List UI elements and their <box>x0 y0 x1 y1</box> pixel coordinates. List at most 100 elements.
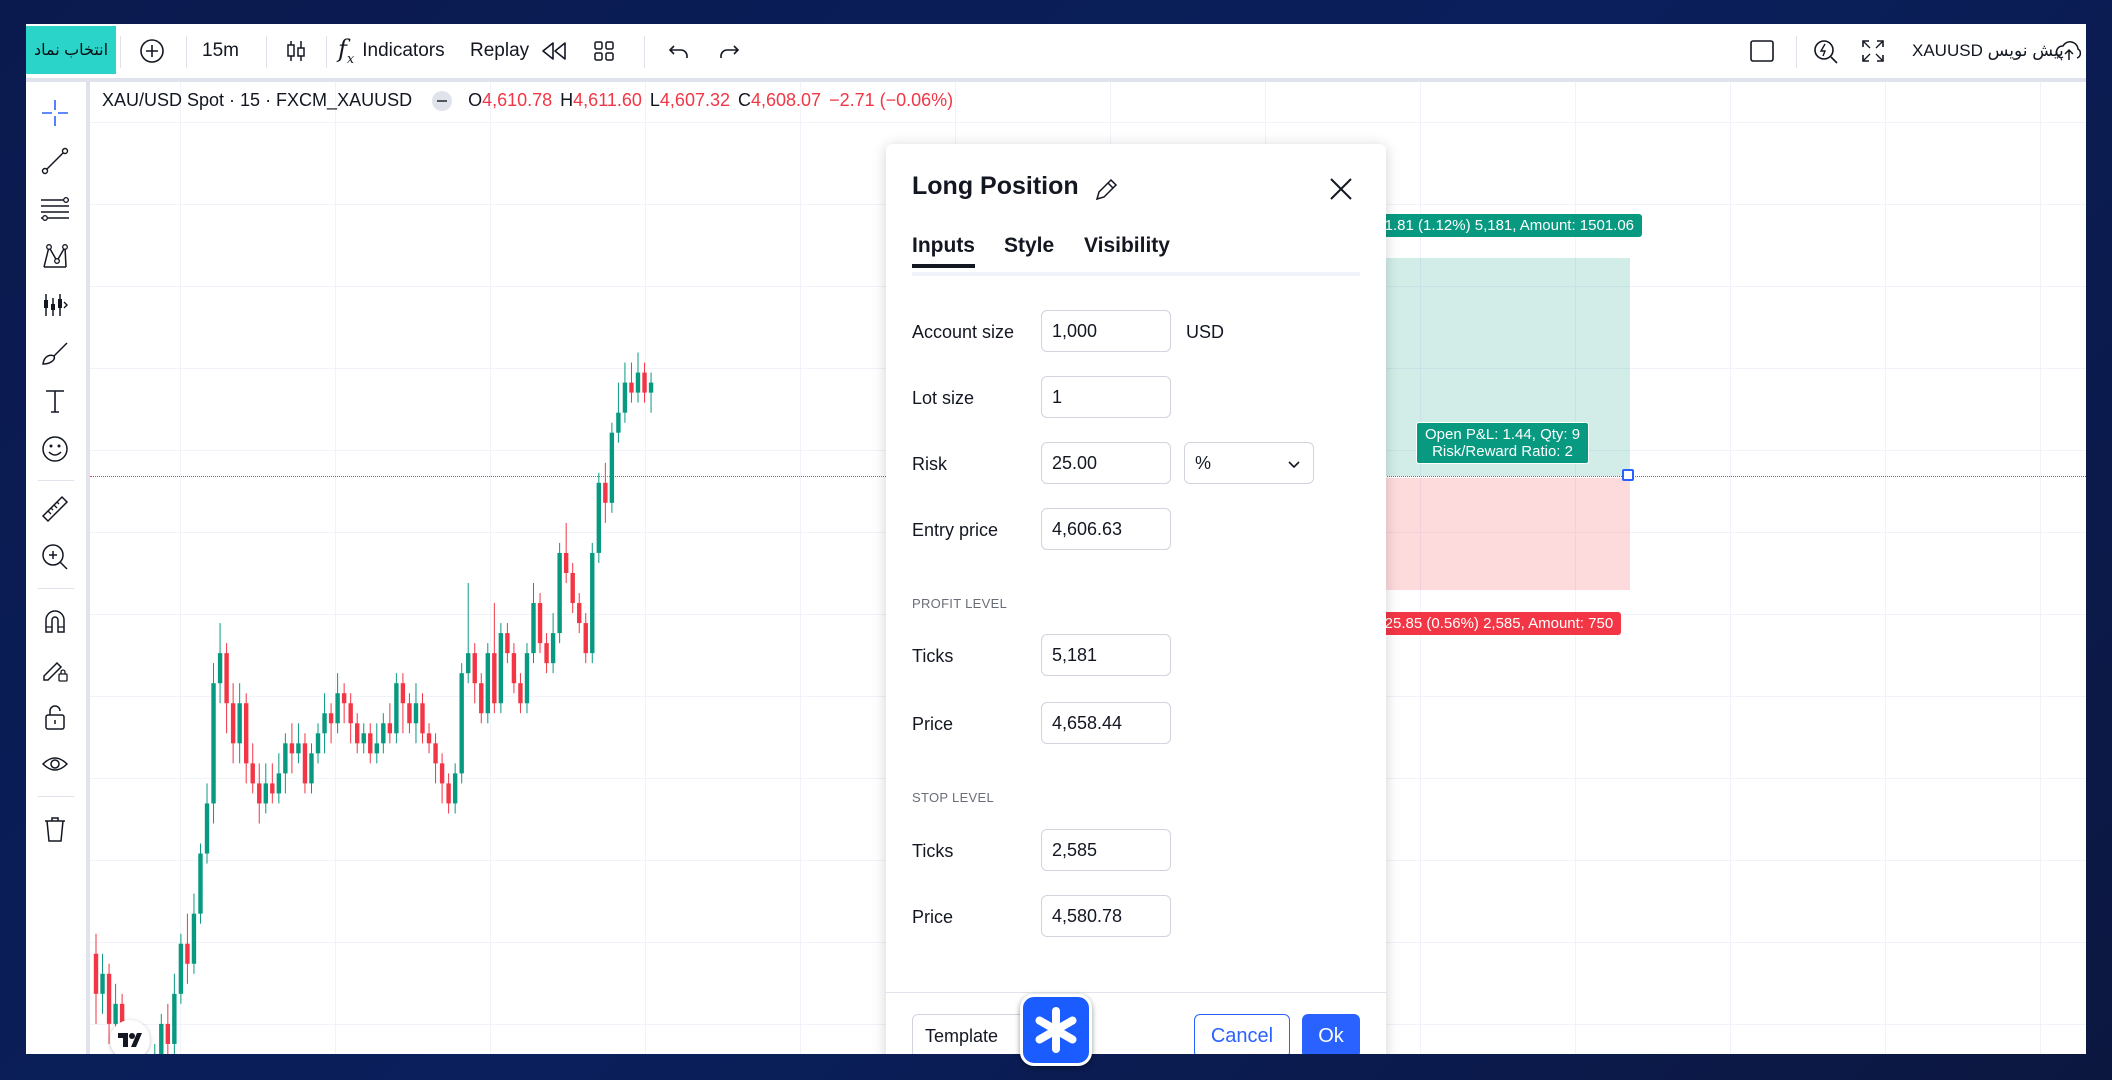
rewind-icon <box>542 42 566 60</box>
pencil-lock-icon <box>43 661 68 682</box>
position-resize-handle[interactable] <box>1622 469 1634 481</box>
candle-body <box>374 743 379 754</box>
open-label: O <box>468 90 483 110</box>
account-size-input[interactable]: 1,000 <box>1041 310 1171 352</box>
candle-body <box>635 372 641 393</box>
horizontal-lines-icon <box>41 197 69 221</box>
draft-title: XAUUSD پیش نویس <box>1912 41 2064 60</box>
tab-inputs[interactable]: Inputs <box>912 234 975 268</box>
hide-drawings-tool[interactable] <box>38 748 72 782</box>
expand-icon <box>1862 40 1884 62</box>
text-tool[interactable] <box>38 384 72 418</box>
asterisk-icon <box>1035 1007 1077 1053</box>
replay-button[interactable]: Replay <box>470 24 571 78</box>
stop-price-label: Price <box>912 907 954 927</box>
measure-tool[interactable] <box>38 492 72 526</box>
chart-type-button[interactable] <box>282 24 310 78</box>
candle-body <box>603 482 608 503</box>
candle-body <box>217 653 223 684</box>
zoom-tool[interactable] <box>38 540 72 574</box>
tradingview-logo[interactable] <box>110 1020 150 1054</box>
remove-drawings-tool[interactable] <box>38 812 72 846</box>
fib-tool[interactable] <box>38 192 72 226</box>
interval-button[interactable]: 15m <box>202 24 239 78</box>
candle-body <box>648 382 654 393</box>
lot-size-input[interactable]: 1 <box>1041 376 1171 418</box>
risk-unit-value: % <box>1195 452 1212 473</box>
candle-body <box>446 783 451 804</box>
indicators-button[interactable]: fx Indicators <box>338 24 445 78</box>
redo-button[interactable] <box>716 24 742 78</box>
fullscreen-toggle-button[interactable] <box>1748 24 1776 78</box>
emoji-tool[interactable] <box>38 432 72 466</box>
close-dialog-button[interactable] <box>1326 174 1356 209</box>
brush-tool[interactable] <box>38 336 72 370</box>
candle-body <box>289 743 295 754</box>
candle-body <box>172 993 177 1044</box>
tab-visibility[interactable]: Visibility <box>1084 234 1170 258</box>
symbol-search-button[interactable]: انتخاب نماد <box>26 26 116 74</box>
add-symbol-button[interactable] <box>138 24 166 78</box>
ok-button[interactable]: Ok <box>1302 1014 1360 1054</box>
pencil-icon <box>1095 178 1118 201</box>
layout-button[interactable] <box>590 24 618 78</box>
template-label: Template <box>925 1025 999 1046</box>
high-label: H <box>560 90 574 110</box>
risk-unit-select[interactable]: % <box>1184 442 1314 484</box>
open-pnl-label: Open P&L: 1.44, Qty: 9 Risk/Reward Ratio… <box>1416 422 1590 464</box>
candle-body <box>407 703 412 724</box>
crosshair-tool[interactable] <box>38 96 72 130</box>
tab-style[interactable]: Style <box>1004 234 1054 258</box>
drawing-toolbar <box>26 82 90 1054</box>
stop-price-input[interactable]: 4,580.78 <box>1041 895 1171 937</box>
stop-zone[interactable] <box>1360 478 1630 590</box>
candle-body <box>492 653 497 704</box>
open-value: 4,610.78 <box>482 90 553 110</box>
pattern-icon <box>43 244 68 268</box>
entry-price-input[interactable]: 4,606.63 <box>1041 508 1171 550</box>
candle-body <box>498 633 504 704</box>
brush-icon <box>42 342 68 365</box>
stop-ticks-input[interactable]: 2,585 <box>1041 829 1171 871</box>
cancel-button[interactable]: Cancel <box>1194 1014 1290 1054</box>
candle-body <box>570 572 575 604</box>
forecast-icon <box>44 294 68 316</box>
profit-level-header: PROFIT LEVEL <box>912 596 1008 611</box>
candle-body <box>544 643 549 664</box>
rename-button[interactable] <box>1092 176 1120 209</box>
cloud-save-button[interactable] <box>2054 24 2084 78</box>
cloud-upload-icon <box>2055 41 2082 60</box>
pattern-tool[interactable] <box>38 240 72 274</box>
lock-open-icon <box>45 705 65 730</box>
lock-drawing-tool[interactable] <box>38 652 72 686</box>
asterisk-app-badge[interactable] <box>1020 994 1092 1066</box>
close-icon <box>1330 178 1352 200</box>
candle-body <box>250 763 255 784</box>
candle-body <box>237 703 242 744</box>
crosshair-icon <box>42 100 68 126</box>
expand-button[interactable] <box>1860 24 1886 78</box>
magnifier-lightning-icon <box>1814 40 1838 64</box>
quick-search-button[interactable] <box>1810 24 1840 78</box>
smiley-icon <box>42 436 68 462</box>
symbol-title[interactable]: XAU/USD Spot · 15 · FXCM_XAUUSD <box>102 90 412 111</box>
risk-input[interactable]: 25.00 <box>1041 442 1171 484</box>
stop-label: p: 25.85 (0.56%) 2,585, Amount: 750 <box>1360 612 1622 635</box>
candle-body <box>609 432 615 503</box>
candle-body <box>466 653 471 674</box>
dialog-footer-divider <box>886 992 1386 993</box>
prediction-tool[interactable] <box>38 288 72 322</box>
candle-body <box>452 773 458 804</box>
profit-price-input[interactable]: 4,658.44 <box>1041 702 1171 744</box>
candle-body <box>381 723 386 744</box>
dialog-title: Long Position <box>912 172 1079 200</box>
trend-line-tool[interactable] <box>38 144 72 178</box>
candle-body <box>485 653 490 714</box>
collapse-legend-button[interactable] <box>432 90 453 111</box>
magnet-tool[interactable] <box>38 604 72 638</box>
undo-button[interactable] <box>666 24 692 78</box>
lock-all-tool[interactable] <box>38 700 72 734</box>
undo-icon <box>668 45 688 58</box>
profit-ticks-input[interactable]: 5,181 <box>1041 634 1171 676</box>
profit-ticks-label: Ticks <box>912 646 954 666</box>
